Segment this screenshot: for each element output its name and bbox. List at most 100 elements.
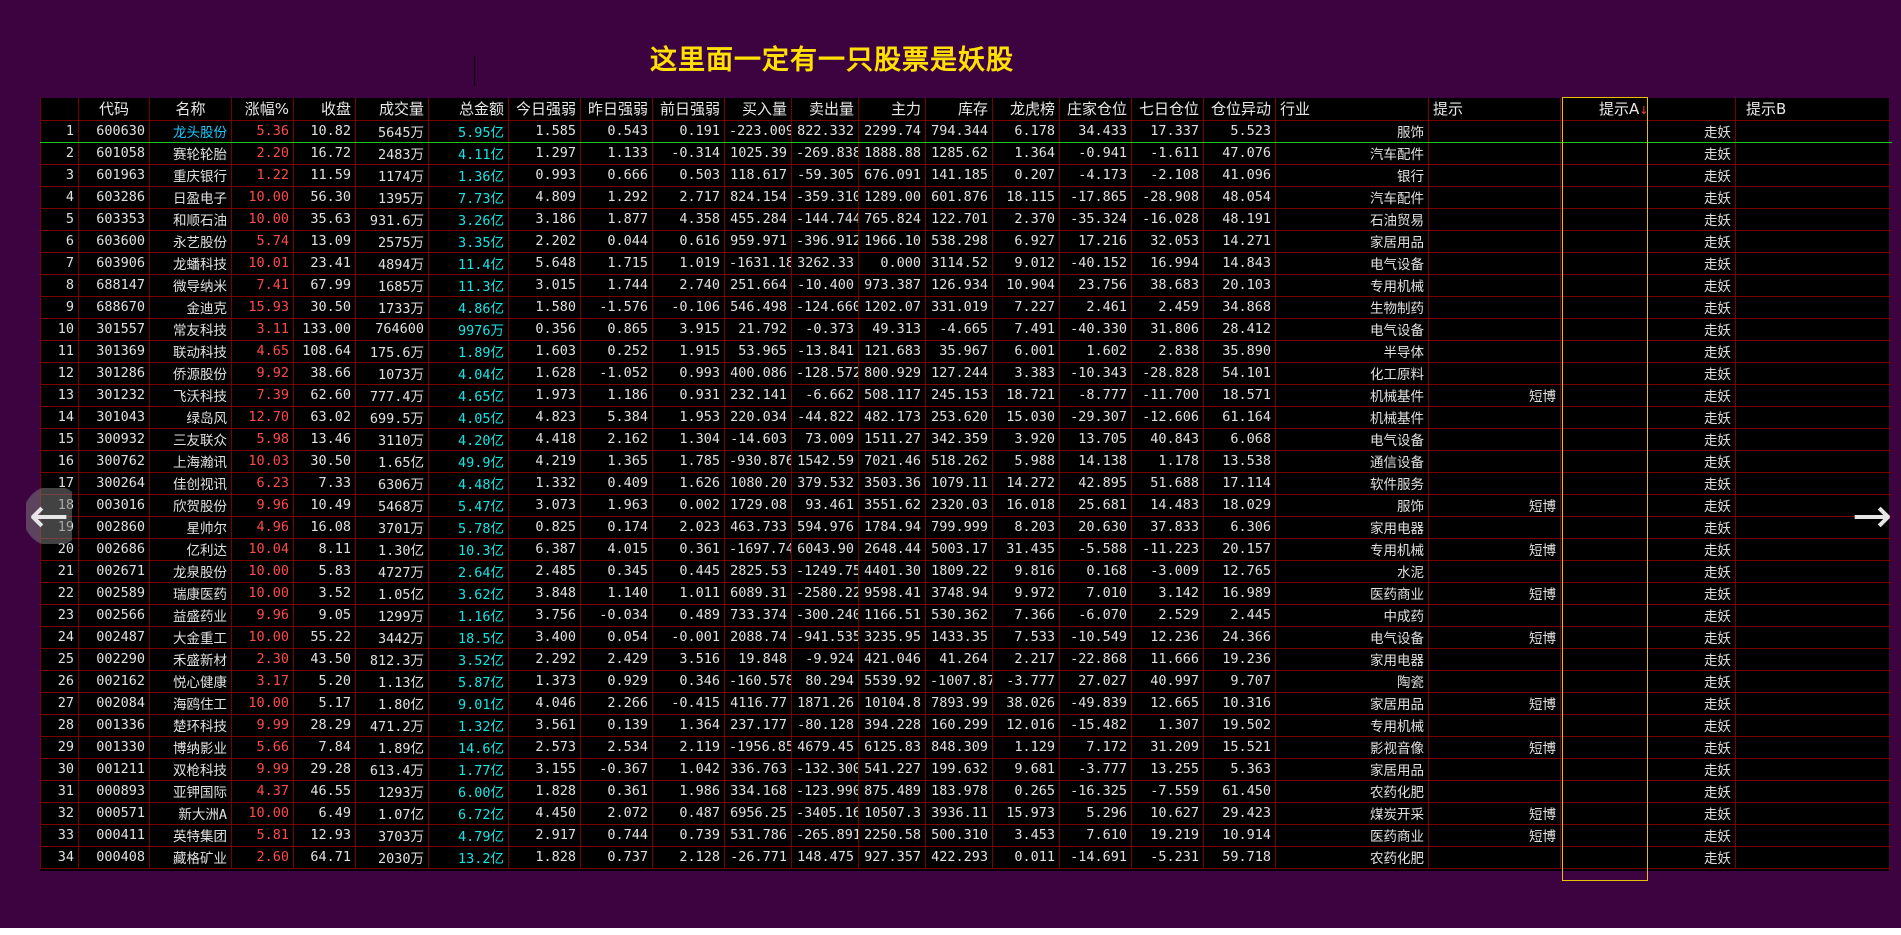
table-row[interactable]: 27 002084 海鸥住工 10.00 5.17 1.80亿 9.01亿 4.046 2.26… <box>40 692 1892 715</box>
table-row[interactable]: 4 603286 日盈电子 10.00 56.30 1395万 7.73亿 4.809 1.29… <box>40 186 1892 209</box>
cell-position-change: 28.412 <box>1203 318 1276 341</box>
cell-banker-position: -0.941 <box>1059 142 1132 165</box>
cell-stock-code: 688147 <box>78 274 150 297</box>
cell-change-pct: 6.23 <box>231 472 294 495</box>
table-row[interactable]: 18003016欣贺股份9.9610.495468万5.47亿3.0731.96… <box>40 494 1892 517</box>
table-row[interactable]: 15 300932 三友联众 5.98 13.46 3110万 4.20亿 4.418 2.16… <box>40 428 1892 451</box>
table-row[interactable]: 1 600630 龙头股份 5.36 10.82 5645万 5.95亿 1.585 0.543… <box>40 120 1892 143</box>
col-header-today-strength[interactable]: 今日强弱 <box>508 98 581 121</box>
col-header-industry[interactable]: 行业 <box>1275 98 1429 121</box>
col-header-hint-b[interactable]: 提示B <box>1735 98 1892 121</box>
cell-hint-a: 走妖 <box>1560 802 1736 825</box>
col-header-hint-a[interactable]: 提示A↓ <box>1560 98 1736 121</box>
col-header-volume[interactable]: 成交量 <box>355 98 429 121</box>
table-row[interactable]: 12 301286 侨源股份 9.92 38.66 1073万 4.04亿 1.628 -1.0… <box>40 362 1892 385</box>
cell-today-strength: 0.993 <box>508 164 581 187</box>
cell-dragon-tiger: 8.203 <box>992 516 1060 539</box>
col-header-yesterday-strength[interactable]: 昨日强弱 <box>580 98 653 121</box>
col-header-dragon-tiger[interactable]: 龙虎榜 <box>992 98 1060 121</box>
cell-buy-volume: 733.374 <box>724 604 792 627</box>
table-row[interactable]: 28 001336 楚环科技 9.99 28.29 471.2万 1.32亿 3.561 0.1… <box>40 714 1892 737</box>
col-header-prev-strength[interactable]: 前日强弱 <box>652 98 725 121</box>
table-row[interactable]: 6 603600 永艺股份 5.74 13.09 2575万 3.35亿 2.202 0.044… <box>40 230 1892 253</box>
table-row[interactable]: 5 603353 和顺石油 10.00 35.63 931.6万 3.26亿 3.186 1.8… <box>40 208 1892 231</box>
table-row[interactable]: 23 002566 益盛药业 9.96 9.05 1299万 1.16亿 3.756 -0.03… <box>40 604 1892 627</box>
cell-stock-code: 002290 <box>78 648 150 671</box>
cell-hint: 短博 <box>1428 824 1561 847</box>
col-header-buy-volume[interactable]: 买入量 <box>724 98 792 121</box>
cell-stock-name: 亚钾国际 <box>149 780 232 803</box>
table-row[interactable]: 32 000571 新大洲A 10.00 6.49 1.07亿 6.72亿 4.450 2.07… <box>40 802 1892 825</box>
next-arrow-icon[interactable]: → <box>1849 488 1895 544</box>
cell-main-force: 875.489 <box>858 780 926 803</box>
cell-yesterday-strength: -0.034 <box>580 604 653 627</box>
col-header-seven-day-position[interactable]: 七日仓位 <box>1131 98 1204 121</box>
table-row[interactable]: 17 300264 佳创视讯 6.23 7.33 6306万 4.48亿 1.332 0.409… <box>40 472 1892 495</box>
table-row[interactable]: 24 002487 大金重工 10.00 55.22 3442万 18.5亿 3.400 0.0… <box>40 626 1892 649</box>
cell-dragon-tiger: 18.721 <box>992 384 1060 407</box>
prev-arrow-icon[interactable]: ← <box>26 488 72 544</box>
cell-main-force: 2648.44 <box>858 538 926 561</box>
cell-seven-day-position: 10.627 <box>1131 802 1204 825</box>
cell-dragon-tiger: 0.265 <box>992 780 1060 803</box>
table-row[interactable]: 7 603906 龙蟠科技 10.01 23.41 4894万 11.4亿 5.648 1.71… <box>40 252 1892 275</box>
cell-close-price: 23.41 <box>293 252 356 275</box>
table-row[interactable]: 3 601963 重庆银行 1.22 11.59 1174万 1.36亿 0.993 0.666… <box>40 164 1892 187</box>
table-header-row: 代码 名称 涨幅% 收盘 成交量 总金额 今日强弱 昨日强弱 前日强弱 买入量 … <box>40 98 1892 121</box>
col-header-code[interactable]: 代码 <box>78 98 150 121</box>
table-row[interactable]: 10 301557 常友科技 3.11 133.00 764600 9976万 0.356 0.… <box>40 318 1892 341</box>
cell-prev-strength: 4.358 <box>652 208 725 231</box>
table-row[interactable]: 19002860星帅尔4.9616.083701万5.78亿0.8250.174… <box>40 516 1892 539</box>
col-header-banker-position[interactable]: 庄家仓位 <box>1059 98 1132 121</box>
cell-sell-volume: -0.373 <box>791 318 859 341</box>
cell-industry: 汽车配件 <box>1275 142 1429 165</box>
cell-stock-code: 003016 <box>78 494 150 517</box>
table-row[interactable]: 30 001211 双枪科技 9.99 29.28 613.4万 1.77亿 3.155 -0.… <box>40 758 1892 781</box>
col-header-amount[interactable]: 总金额 <box>428 98 509 121</box>
cell-position-change: 9.707 <box>1203 670 1276 693</box>
col-header-close[interactable]: 收盘 <box>293 98 356 121</box>
cell-seven-day-position: -1.611 <box>1131 142 1204 165</box>
col-header-hint[interactable]: 提示 <box>1428 98 1561 121</box>
cell-hint: 短博 <box>1428 494 1561 517</box>
cell-inventory: 41.264 <box>925 648 993 671</box>
cell-stock-code: 002084 <box>78 692 150 715</box>
cell-hint <box>1428 780 1561 803</box>
table-row[interactable]: 16 300762 上海瀚讯 10.03 30.50 1.65亿 49.9亿 4.219 1.3… <box>40 450 1892 473</box>
cell-hint-a: 走妖 <box>1560 230 1736 253</box>
table-row[interactable]: 33 000411 英特集团 5.81 12.93 3703万 4.79亿 2.917 0.74… <box>40 824 1892 847</box>
table-row[interactable]: 20 002686 亿利达 10.04 8.11 1.30亿 10.3亿 6.387 4.015… <box>40 538 1892 561</box>
table-row[interactable]: 14 301043 绿岛风 12.70 63.02 699.5万 4.05亿 4.823 5.3… <box>40 406 1892 429</box>
cell-volume: 1685万 <box>355 274 429 297</box>
cell-prev-strength: 1.626 <box>652 472 725 495</box>
table-row[interactable]: 22 002589 瑞康医药 10.00 3.52 1.05亿 3.62亿 3.848 1.14… <box>40 582 1892 605</box>
table-row[interactable]: 11 301369 联动科技 4.65 108.64 175.6万 1.89亿 1.603 0.… <box>40 340 1892 363</box>
cell-inventory: 518.262 <box>925 450 993 473</box>
cell-industry: 农药化肥 <box>1275 780 1429 803</box>
cell-row-index: 4 <box>40 186 79 209</box>
table-row[interactable]: 29 001330 博纳影业 5.66 7.84 1.89亿 14.6亿 2.573 2.534… <box>40 736 1892 759</box>
col-header-sell-volume[interactable]: 卖出量 <box>791 98 859 121</box>
cell-banker-position: 42.895 <box>1059 472 1132 495</box>
table-row[interactable]: 26 002162 悦心健康 3.17 5.20 1.13亿 5.87亿 1.373 0.929… <box>40 670 1892 693</box>
table-row[interactable]: 13 301232 飞沃科技 7.39 62.60 777.4万 4.65亿 1.973 1.1… <box>40 384 1892 407</box>
cell-sell-volume: 4679.45 <box>791 736 859 759</box>
col-header-index[interactable] <box>40 98 79 121</box>
table-row[interactable]: 25 002290 禾盛新材 2.30 43.50 812.3万 3.52亿 2.292 2.4… <box>40 648 1892 671</box>
col-header-main-force[interactable]: 主力 <box>858 98 926 121</box>
table-row[interactable]: 8 688147 微导纳米 7.41 67.99 1685万 11.3亿 3.015 1.744… <box>40 274 1892 297</box>
table-row[interactable]: 2 601058 赛轮轮胎 2.20 16.72 2483万 4.11亿 1.297 1.133… <box>40 142 1892 165</box>
table-row[interactable]: 31 000893 亚钾国际 4.37 46.55 1293万 6.00亿 1.828 0.36… <box>40 780 1892 803</box>
col-header-change-pct[interactable]: 涨幅% <box>231 98 294 121</box>
col-header-name[interactable]: 名称 <box>149 98 232 121</box>
cell-close-price: 62.60 <box>293 384 356 407</box>
table-row[interactable]: 9 688670 金迪克 15.93 30.50 1733万 4.86亿 1.580 -1.57… <box>40 296 1892 319</box>
cell-position-change: 2.445 <box>1203 604 1276 627</box>
cell-volume: 931.6万 <box>355 208 429 231</box>
cell-dragon-tiger: 5.988 <box>992 450 1060 473</box>
table-row[interactable]: 21 002671 龙泉股份 10.00 5.83 4727万 2.64亿 2.485 0.34… <box>40 560 1892 583</box>
col-header-inventory[interactable]: 库存 <box>925 98 993 121</box>
table-row[interactable]: 34 000408 藏格矿业 2.60 64.71 2030万 13.2亿 1.828 0.73… <box>40 846 1892 869</box>
cell-today-strength: 4.418 <box>508 428 581 451</box>
col-header-position-change[interactable]: 仓位异动 <box>1203 98 1276 121</box>
